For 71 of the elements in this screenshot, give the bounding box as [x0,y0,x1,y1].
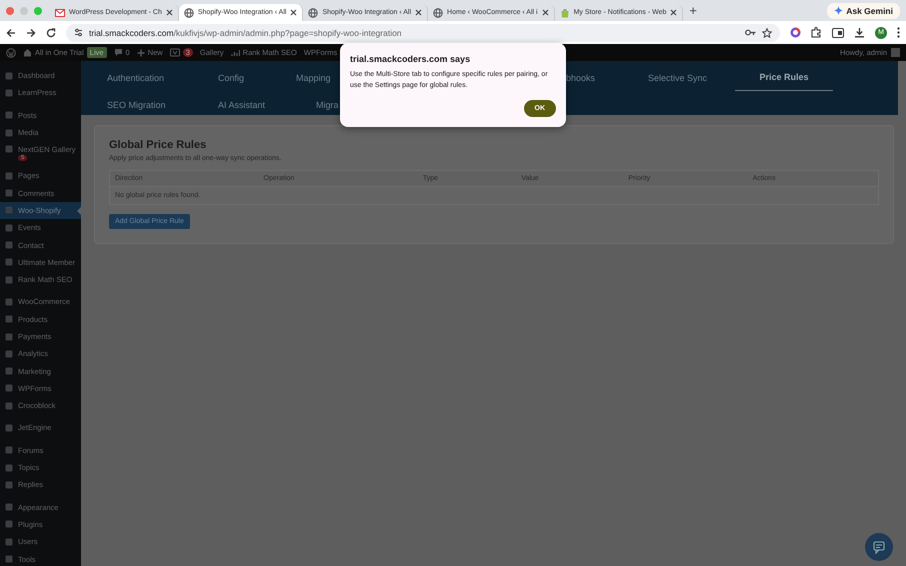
ask-gemini-button[interactable]: Ask Gemini [827,2,900,18]
speech-bubble-icon[interactable] [114,48,123,57]
bar-chart-icon[interactable] [230,48,240,56]
menu-square-icon [5,367,13,376]
more-options-icon[interactable] [897,27,900,38]
back-arrow-icon[interactable] [6,28,16,38]
settings-tab[interactable]: Config [218,64,244,91]
close-icon[interactable] [415,9,422,16]
menu-square-icon [5,88,13,97]
sidebar-panel-icon[interactable] [832,28,844,38]
dialog-title: trial.smackcoders.com says [350,54,472,64]
settings-tab[interactable]: Price Rules [735,64,833,91]
menu-square-icon [5,424,13,432]
menu-square-icon [5,520,13,528]
menu-square-icon [5,538,13,546]
settings-tab[interactable]: SEO Migration [107,91,166,118]
menu-square-icon [5,241,13,250]
menu-square-icon [5,224,13,232]
download-icon[interactable] [854,27,865,38]
forward-arrow-icon[interactable] [26,28,36,38]
envelope-icon [55,8,65,18]
menu-square-icon [5,464,13,472]
menu-square-icon [5,189,13,198]
settings-tab[interactable]: Mapping [296,64,331,91]
chat-button-icon[interactable] [865,533,893,561]
sparkle-icon [834,6,844,15]
menu-square-icon [5,145,13,154]
menu-square-icon [5,298,13,306]
settings-tab[interactable]: Authentication [107,64,164,91]
menu-square-icon [5,276,13,284]
card-title: Global Price Rules [109,139,208,151]
menu-square-icon [5,384,13,392]
settings-tab[interactable]: bhooks [566,64,596,91]
menu-square-icon [5,111,13,120]
close-icon[interactable] [166,9,173,16]
menu-square-icon [5,555,13,564]
settings-tab[interactable]: AI Assistant [218,91,266,118]
reload-icon[interactable] [46,28,56,38]
close-icon[interactable] [670,9,678,16]
settings-tab[interactable]: Selective Sync [648,64,708,91]
close-icon[interactable] [542,9,549,16]
updates-icon[interactable] [170,48,180,57]
house-icon [23,48,32,57]
url-text: trial.smackcoders.com/kukfivjs/wp-admin/admin.php?page=shopify-woo-integration [89,28,402,38]
menu-square-icon [5,503,13,512]
wordpress-logo-icon[interactable] [6,48,16,58]
menu-square-icon [5,128,13,137]
globe-icon [433,8,444,18]
menu-square-icon [5,258,13,266]
star-icon[interactable] [762,28,772,38]
shopping-bag-icon [560,8,570,18]
menu-square-icon [5,72,13,80]
menu-square-icon [5,480,13,489]
menu-square-icon [5,446,13,454]
globe-icon [184,8,194,18]
menu-square-icon [5,206,13,214]
menu-square-icon [5,332,13,340]
address-bar[interactable]: trial.smackcoders.com/kukfivjs/wp-admin/admin.php?page=shopify-woo-integration [66,24,780,42]
puzzle-piece-icon[interactable] [811,27,822,38]
plus-icon[interactable] [136,48,145,56]
new-tab-button[interactable]: + [689,3,697,18]
settings-tab[interactable]: Migra [316,91,339,118]
key-icon[interactable] [745,28,756,37]
close-icon[interactable] [290,9,298,16]
menu-square-icon [5,402,13,410]
site-settings-icon[interactable] [74,28,83,37]
menu-square-icon [5,172,13,180]
globe-icon [308,8,318,18]
menu-square-icon [5,350,13,358]
color-wheel-icon[interactable] [790,27,801,38]
menu-square-icon [5,315,13,324]
